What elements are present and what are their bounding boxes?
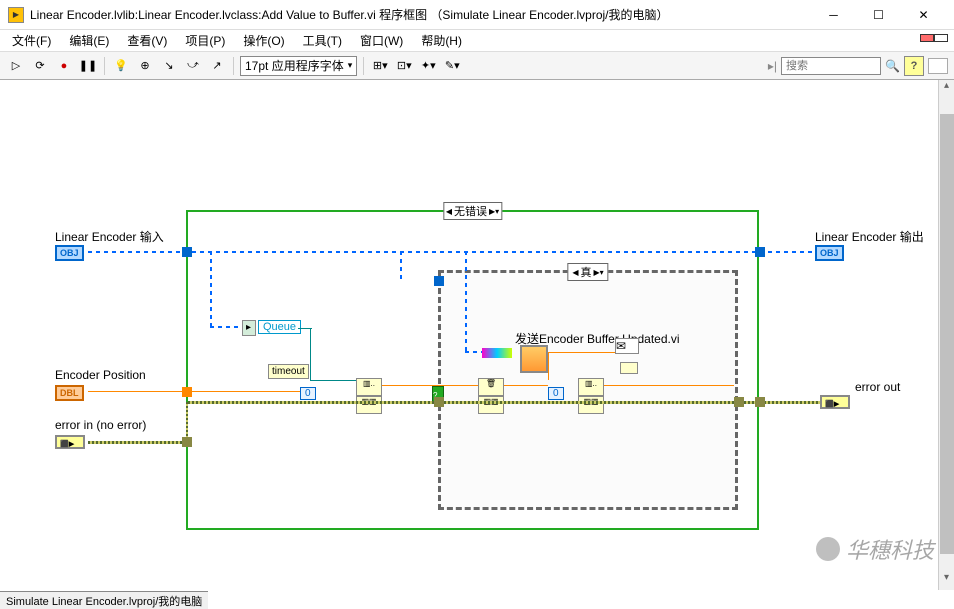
queue-status-node-2[interactable]: ▥▥ [578,396,604,414]
menu-help[interactable]: 帮助(H) [413,30,470,51]
step-into-button[interactable]: ↘ [159,56,179,76]
terminal-linear-encoder-out[interactable]: OBJ [815,245,844,261]
step-out-button[interactable]: ↗ [207,56,227,76]
block-diagram[interactable]: 无错误 真 Linear Encoder 输入 OBJ Encoder Posi… [0,80,954,590]
case-selector-inner[interactable]: 真 [567,263,608,281]
scroll-up-icon[interactable]: ▴ [939,80,954,96]
menu-view[interactable]: 查看(V) [119,30,175,51]
highlight-button[interactable]: 💡 [111,56,131,76]
label-error-out: error out [855,380,900,394]
wire-queue-h [298,328,312,329]
terminal-error-in[interactable] [55,435,85,449]
wire-obj-branch2 [400,251,402,281]
font-selector[interactable]: 17pt 应用程序字体 [240,56,357,76]
label-linear-encoder-in: Linear Encoder 输入 [55,228,164,245]
vertical-scrollbar[interactable]: ▴ ▾ [938,80,954,590]
wechat-icon [816,537,840,561]
menu-project[interactable]: 项目(P) [177,30,233,51]
wire-obj-main [88,251,815,253]
window-title: Linear Encoder.lvlib:Linear Encoder.lvcl… [30,6,811,23]
wire-orange-top [548,352,615,353]
constant-zero-2[interactable]: 0 [548,387,564,400]
search-icon[interactable]: 🔍 [885,59,900,73]
enqueue-node[interactable]: ▥.. [356,378,382,396]
tunnel-obj-left [182,247,192,257]
tunnel-err-inner-r [734,397,744,407]
scroll-down-icon[interactable]: ▾ [939,572,954,588]
wire-orange-up [548,352,549,380]
help-icon[interactable]: ? [904,56,924,76]
wire-error-2 [188,401,820,404]
small-node-icon[interactable] [620,362,638,374]
wire-orange-mid2 [504,385,548,386]
tunnel-obj-inner [434,276,444,286]
status-bar: Simulate Linear Encoder.lvproj/我的电脑 [0,591,208,609]
step-over-button[interactable]: ⤻ [183,56,203,76]
wire-obj-branch3 [465,251,467,351]
wire-queue-v [310,328,311,380]
wire-orange-right [604,385,734,386]
label-error-in: error in (no error) [55,418,146,432]
constant-zero-1[interactable]: 0 [300,387,316,400]
class-ref-icon [482,348,512,358]
reorder-button[interactable]: ✎▾ [442,56,462,76]
queue-status-node[interactable]: ▥.. [578,378,604,396]
resize-button[interactable]: ✦▾ [418,56,438,76]
abort-button[interactable]: ● [54,56,74,76]
run-continuous-button[interactable]: ⟳ [30,56,50,76]
terminal-encoder-position[interactable]: DBL [55,385,84,401]
scroll-thumb[interactable] [940,114,954,554]
menu-edit[interactable]: 编辑(E) [61,30,117,51]
dequeue-front-node-2[interactable]: ▥▥ [478,396,504,414]
maximize-button[interactable]: ☐ [856,1,901,29]
search-input[interactable] [781,57,881,75]
menu-operate[interactable]: 操作(O) [235,30,292,51]
vi-icon-small[interactable] [928,58,948,74]
minimize-button[interactable]: ─ [811,1,856,29]
wire-queue-h2 [310,380,356,381]
distribute-button[interactable]: ⊡▾ [394,56,414,76]
unbundle-node[interactable]: ▸ [242,320,256,336]
menu-window[interactable]: 窗口(W) [352,30,411,51]
vi-connector-icon[interactable] [920,31,950,49]
app-icon [8,7,24,23]
wire-error [88,441,188,444]
close-button[interactable]: ✕ [901,1,946,29]
timeout-label: timeout [268,364,309,379]
retain-button[interactable]: ⊕ [135,56,155,76]
wire-obj-branch1h [210,326,242,328]
run-button[interactable]: ▷ [6,56,26,76]
font-label: 17pt 应用程序字体 [245,57,344,74]
queue-element[interactable]: Queue [258,320,301,334]
menu-tools[interactable]: 工具(T) [295,30,350,51]
case-selector-outer[interactable]: 无错误 [443,202,502,220]
tunnel-err-inner-l [434,397,444,407]
wire-obj-branch3h [465,351,482,353]
align-button[interactable]: ⊞▾ [370,56,390,76]
pause-button[interactable]: ❚❚ [78,56,98,76]
wire-error-v [186,402,188,442]
label-linear-encoder-out: Linear Encoder 输出 [815,228,924,245]
event-node-icon[interactable]: ✉ [615,338,639,354]
search-divider-icon: ▸| [768,59,777,73]
terminal-error-out[interactable] [820,395,850,409]
terminal-linear-encoder-in[interactable]: OBJ [55,245,84,261]
tunnel-err-right [755,397,765,407]
tunnel-dbl [182,387,192,397]
menu-file[interactable]: 文件(F) [4,30,59,51]
enqueue-node-2[interactable]: ▥▥ [356,396,382,414]
wire-obj-branch1 [210,251,212,326]
subvi-icon[interactable] [520,345,548,373]
status-path: Simulate Linear Encoder.lvproj/我的电脑 [6,596,202,608]
dequeue-front-node[interactable]: 🗑 [478,378,504,396]
tunnel-obj-right [755,247,765,257]
label-encoder-position: Encoder Position [55,368,146,382]
watermark: 华穗科技 [816,533,934,565]
tunnel-err-left [182,437,192,447]
wire-orange-mid [382,385,478,386]
wire-dbl [88,391,300,392]
